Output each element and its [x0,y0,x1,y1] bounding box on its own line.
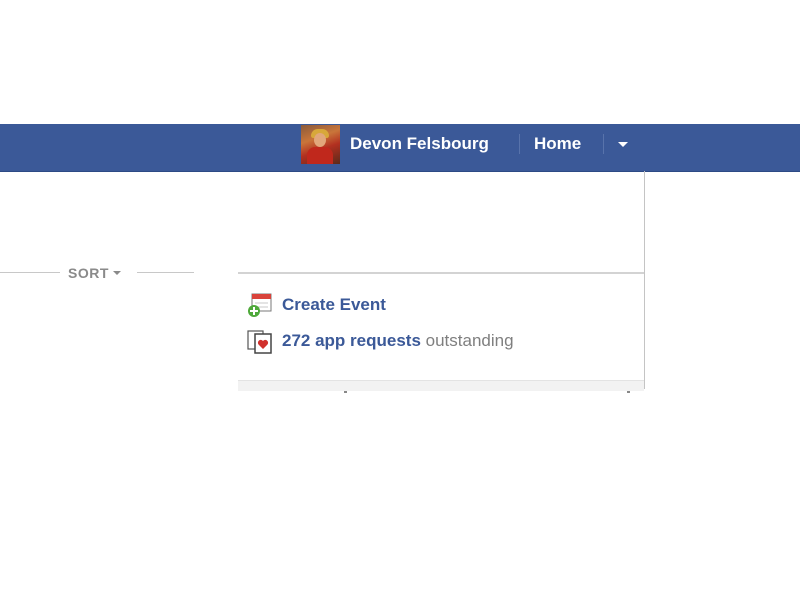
app-request-heart-icon [247,330,272,354]
chevron-down-icon [618,142,628,147]
sort-divider-line [0,272,60,273]
avatar-face [314,133,326,147]
nav-divider [519,134,520,154]
home-link[interactable]: Home [534,132,581,156]
sidebar-box-top-border [238,272,644,274]
account-menu-button[interactable] [611,132,635,156]
app-requests-link[interactable]: 272 app requests [282,331,421,350]
sidebar-box-footer [238,380,644,393]
column-border [644,171,645,389]
sort-label: SORT [68,265,109,281]
page: Devon Felsbourg Home SORT Create Event 2… [0,0,800,600]
caret-down-icon [112,271,121,276]
footer-marker [627,391,630,393]
sort-divider-line [137,272,194,273]
avatar-shirt [307,147,333,164]
user-avatar[interactable] [301,125,340,164]
calendar-plus-icon [248,293,272,317]
profile-link[interactable]: Devon Felsbourg [350,132,489,156]
app-requests-suffix: outstanding [425,331,514,350]
nav-divider [603,134,604,154]
top-navigation-bar: Devon Felsbourg Home [0,124,800,172]
footer-marker [344,391,347,393]
create-event-label: Create Event [282,295,386,314]
sort-dropdown[interactable]: SORT [68,264,121,282]
app-requests-text: 272 app requests outstanding [282,329,514,353]
